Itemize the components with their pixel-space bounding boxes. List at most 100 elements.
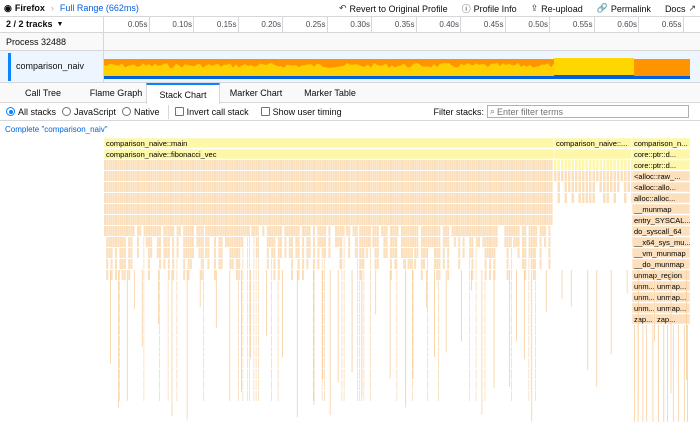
app-menu[interactable]: ◉ Firefox — [4, 3, 45, 14]
stack-sample-frame — [306, 193, 309, 203]
stack-sample-frame — [341, 391, 343, 401]
stack-sample-frame — [137, 193, 139, 203]
tab-marker-table[interactable]: Marker Table — [292, 83, 368, 103]
stack-sample-frame — [484, 270, 487, 280]
stack-mid-frame — [564, 171, 567, 181]
stack-sample-frame — [348, 160, 351, 170]
stack-sample-frame — [530, 248, 533, 258]
stack-sample-frame — [381, 215, 384, 225]
stack-sample-frame — [401, 204, 403, 214]
stack-sample-frame — [539, 215, 542, 225]
stack-sample-frame — [539, 248, 542, 258]
stack-sample-frame — [346, 204, 348, 214]
stack-sample-frame — [143, 336, 145, 346]
stack-sample-frame — [222, 182, 225, 192]
full-range-button[interactable]: Full Range (662ms) — [60, 3, 139, 13]
filter-input-wrapper[interactable]: ⌕ — [487, 105, 689, 118]
revert-icon: ↶ — [338, 3, 347, 13]
stack-sample-frame — [361, 204, 364, 214]
stack-sample-frame — [306, 204, 309, 214]
stack-sample-frame — [385, 204, 388, 214]
tracks-menu-button[interactable]: 2 / 2 tracks ▼ — [6, 19, 63, 29]
tab-flame-graph[interactable]: Flame Graph — [86, 83, 146, 103]
stack-sample-frame — [363, 336, 365, 346]
stack-sample-frame — [524, 259, 527, 269]
radio-javascript[interactable]: JavaScript — [62, 107, 116, 117]
filter-input[interactable] — [497, 106, 683, 117]
stack-sample-frame — [304, 215, 307, 225]
stack-sample-frame — [394, 226, 397, 236]
stack-sample-frame — [535, 347, 536, 357]
stack-mid-frame — [578, 193, 581, 203]
stack-sample-frame — [539, 237, 542, 247]
stack-sample-frame — [484, 391, 486, 401]
timeline-tick: 0.55s — [573, 17, 595, 33]
stack-sample-frame — [339, 237, 342, 247]
profile-info-button[interactable]: ⓘ Profile Info — [462, 2, 517, 15]
stack-sample-frame — [491, 171, 494, 181]
stack-sample-frame — [513, 204, 516, 214]
stack-sample-frame — [414, 182, 417, 192]
revert-button[interactable]: ↶ Revert to Original Profile — [339, 3, 448, 14]
stack-sample-frame — [458, 215, 461, 225]
stack-sample-frame — [462, 160, 465, 170]
stack-sample-frame — [511, 215, 513, 225]
stack-sample-frame — [341, 380, 343, 390]
stack-sample-frame — [247, 237, 248, 247]
stack-sample-frame — [363, 171, 366, 181]
stack-sample-frame — [154, 215, 157, 225]
stack-sample-frame — [242, 182, 245, 192]
stack-sample-frame — [253, 226, 256, 236]
stack-sample-frame — [167, 314, 169, 324]
stack-sample-frame — [528, 391, 530, 401]
stack-mid-frame — [627, 160, 630, 170]
stack-sample-frame — [306, 259, 309, 269]
radio-native[interactable]: Native — [122, 107, 160, 117]
activity-graph[interactable] — [104, 55, 690, 79]
stack-sample-frame — [249, 193, 252, 203]
re-upload-button[interactable]: ⇪ Re-upload — [531, 3, 583, 14]
permalink-button[interactable]: 🔗 Permalink — [597, 3, 651, 14]
stack-sample-frame — [438, 358, 439, 368]
stack-sample-frame — [321, 237, 324, 247]
stack-sample-frame — [218, 226, 221, 236]
stack-sample-frame — [302, 270, 304, 280]
stack-sample-frame — [359, 281, 360, 291]
stack-sample-frame — [112, 215, 115, 225]
stack-mid-frame — [571, 182, 574, 192]
docs-button[interactable]: Docs ↗ — [665, 3, 696, 14]
stack-sample-frame — [546, 171, 549, 181]
stack-chart-canvas[interactable]: comparison_naive::main comparison_naive::… — [0, 138, 700, 422]
stack-sample-frame — [429, 193, 432, 203]
stack-sample-frame — [506, 259, 509, 269]
stack-sample-frame — [511, 171, 513, 181]
stack-sample-frame — [407, 182, 410, 192]
stack-sample-frame — [363, 259, 365, 269]
stack-sample-frame — [308, 182, 311, 192]
upload-icon: ⇪ — [530, 3, 539, 13]
stack-sample-frame — [370, 347, 371, 357]
radio-all-stacks[interactable]: All stacks — [6, 107, 56, 117]
stack-sample-frame — [203, 171, 205, 181]
stack-sample-frame — [548, 160, 551, 170]
stack-sample-frame — [471, 215, 474, 225]
tab-marker-chart[interactable]: Marker Chart — [220, 83, 292, 103]
stack-sample-frame — [537, 182, 540, 192]
stack-sample-frame — [192, 226, 194, 236]
invert-call-stack-checkbox[interactable]: Invert call stack — [174, 107, 249, 117]
stack-sample-frame — [185, 171, 188, 181]
breadcrumb-complete[interactable]: Complete "comparison_naiv" — [5, 125, 108, 134]
stack-sample-frame — [288, 215, 291, 225]
tab-call-tree[interactable]: Call Tree — [0, 83, 86, 103]
stack-sample-frame — [438, 226, 441, 236]
stack-sample-frame — [363, 314, 365, 324]
stack-chart[interactable]: comparison_naive::main comparison_naive::… — [0, 138, 700, 422]
process-track[interactable]: Process 32488 — [0, 33, 700, 51]
show-user-timing-checkbox[interactable]: Show user timing — [260, 107, 342, 117]
stack-sample-frame — [412, 259, 413, 269]
stack-sample-frame — [381, 182, 384, 192]
tab-stack-chart[interactable]: Stack Chart — [146, 83, 220, 104]
thread-track[interactable]: comparison_naiv — [0, 51, 700, 83]
stack-sample-frame — [398, 193, 401, 203]
stack-sample-frame — [475, 281, 477, 291]
